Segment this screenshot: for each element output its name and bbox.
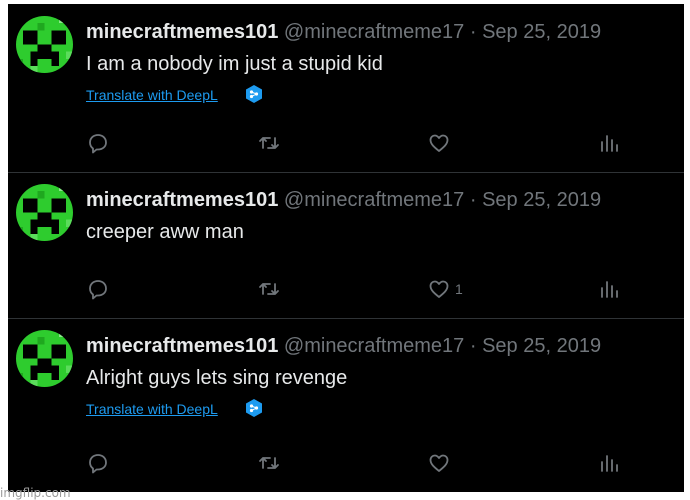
heart-icon — [429, 134, 449, 152]
reply-icon — [89, 280, 107, 300]
handle[interactable]: @minecraftmeme17 — [284, 189, 464, 211]
retweet-button[interactable] — [257, 274, 281, 304]
views-icon — [601, 135, 618, 152]
tweet-actions — [8, 448, 684, 478]
retweet-button[interactable] — [257, 128, 281, 158]
avatar[interactable] — [16, 16, 73, 73]
separator: · — [469, 21, 477, 43]
tweet-text: I am a nobody im just a stupid kid — [86, 53, 383, 75]
views-button[interactable] — [598, 448, 622, 478]
like-count: 1 — [455, 281, 463, 297]
tweet-date[interactable]: Sep 25, 2019 — [482, 189, 601, 211]
separator: · — [469, 189, 477, 211]
retweet-icon — [259, 283, 279, 295]
reply-button[interactable] — [86, 128, 110, 158]
heart-icon — [429, 454, 449, 472]
reply-button[interactable] — [86, 448, 110, 478]
creeper-avatar-icon — [16, 184, 73, 241]
display-name[interactable]: minecraftmemes101 — [86, 335, 278, 357]
tweet-date[interactable]: Sep 25, 2019 — [482, 21, 601, 43]
views-button[interactable] — [598, 128, 622, 158]
separator: · — [469, 335, 477, 357]
reply-button[interactable] — [86, 274, 110, 304]
reply-icon — [89, 134, 107, 154]
tweet[interactable]: minecraftmemes101 @minecraftmeme17 · Sep… — [8, 4, 684, 173]
tweet-date[interactable]: Sep 25, 2019 — [482, 335, 601, 357]
heart-icon — [429, 280, 449, 298]
retweet-button[interactable] — [257, 448, 281, 478]
like-button[interactable] — [427, 448, 455, 478]
tweet[interactable]: minecraftmemes101 @minecraftmeme17 · Sep… — [8, 172, 684, 319]
timeline: minecraftmemes101 @minecraftmeme17 · Sep… — [8, 4, 684, 492]
handle[interactable]: @minecraftmeme17 — [284, 21, 464, 43]
deepl-icon[interactable] — [244, 398, 264, 418]
tweet-text: Alright guys lets sing revenge — [86, 367, 348, 389]
display-name[interactable]: minecraftmemes101 — [86, 189, 278, 211]
tweet[interactable]: minecraftmemes101 @minecraftmeme17 · Sep… — [8, 318, 684, 492]
tweet-actions: 1 — [8, 274, 684, 304]
tweet-header: minecraftmemes101 @minecraftmeme17 · Sep… — [86, 20, 601, 44]
avatar[interactable] — [16, 330, 73, 387]
reply-icon — [89, 454, 107, 474]
translate-link[interactable]: Translate with DeepL — [86, 86, 218, 104]
watermark: imgflip.com — [0, 486, 71, 500]
like-button[interactable] — [427, 128, 455, 158]
tweet-header: minecraftmemes101 @minecraftmeme17 · Sep… — [86, 188, 601, 212]
tweet-actions — [8, 128, 684, 158]
tweet-text: creeper aww man — [86, 221, 244, 243]
handle[interactable]: @minecraftmeme17 — [284, 335, 464, 357]
views-button[interactable] — [598, 274, 622, 304]
retweet-icon — [259, 137, 279, 149]
translate-link[interactable]: Translate with DeepL — [86, 400, 218, 418]
retweet-icon — [259, 457, 279, 469]
creeper-avatar-icon — [16, 330, 73, 387]
display-name[interactable]: minecraftmemes101 — [86, 21, 278, 43]
creeper-avatar-icon — [16, 16, 73, 73]
like-button[interactable]: 1 — [427, 274, 463, 304]
views-icon — [601, 281, 618, 298]
views-icon — [601, 455, 618, 472]
deepl-icon[interactable] — [244, 84, 264, 104]
avatar[interactable] — [16, 184, 73, 241]
tweet-header: minecraftmemes101 @minecraftmeme17 · Sep… — [86, 334, 601, 358]
